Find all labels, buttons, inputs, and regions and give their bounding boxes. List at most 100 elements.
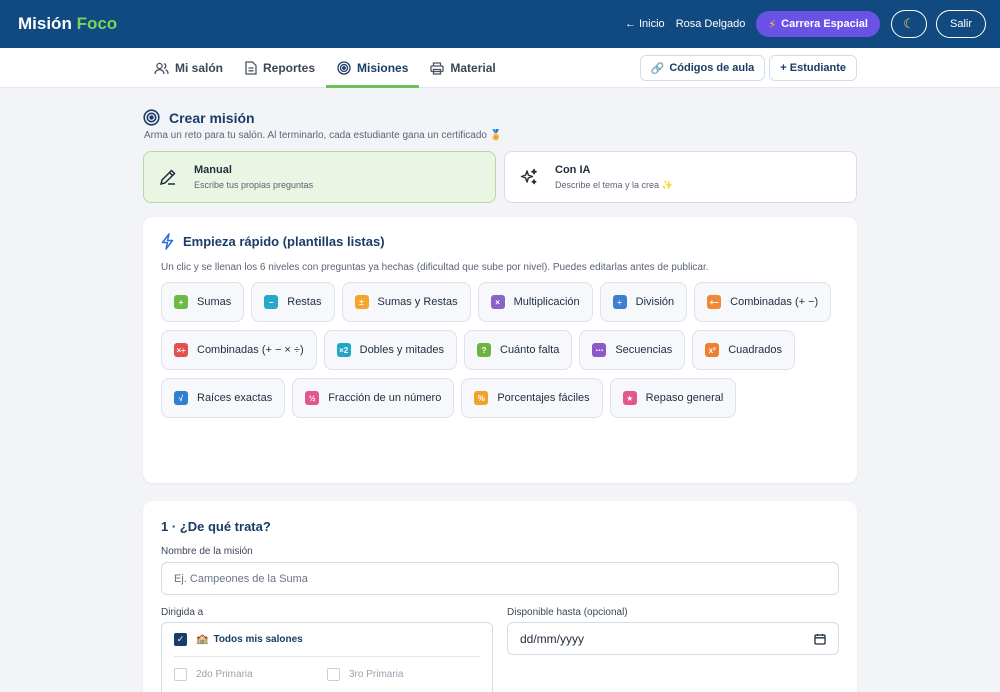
template-symbol-icon: +− — [707, 295, 722, 309]
mode-description: Describe el tema y la crea ✨ — [555, 179, 673, 190]
tab-material[interactable]: Material — [419, 48, 506, 88]
printer-icon — [430, 61, 445, 75]
template-button[interactable]: ? Cuánto falta — [464, 330, 573, 370]
template-label: Sumas — [197, 296, 232, 308]
calendar-icon[interactable] — [814, 633, 826, 645]
mode-title: Manual — [194, 164, 232, 176]
class-codes-label: Códigos de aula — [669, 62, 755, 74]
mode-ai[interactable]: Con IA Describe el tema y la crea ✨ — [504, 151, 857, 203]
template-button[interactable]: % Porcentajes fáciles — [461, 378, 603, 418]
bolt-icon: ⚡ — [768, 18, 777, 31]
template-symbol-icon: ± — [354, 295, 369, 309]
template-label: Multiplicación — [513, 296, 580, 308]
date-column: Disponible hasta (opcional) dd/mm/yyyy — [507, 607, 839, 692]
add-student-label: + Estudiante — [780, 62, 846, 74]
template-button[interactable]: + Sumas — [161, 282, 245, 322]
template-button[interactable]: ×÷ Combinadas (+ − × ÷) — [161, 330, 317, 370]
template-button[interactable]: ÷ División — [599, 282, 688, 322]
template-button[interactable]: ½ Fracción de un número — [292, 378, 455, 418]
all-salons-option[interactable]: ✓ 🏫 Todos mis salones — [174, 623, 480, 657]
template-button[interactable]: ★ Repaso general — [609, 378, 737, 418]
template-symbol-icon: ×÷ — [174, 343, 188, 357]
salon-label: 2do Primaria — [196, 668, 253, 680]
template-symbol-icon: √ — [174, 391, 188, 405]
template-label: Sumas y Restas — [377, 296, 458, 308]
template-symbol-icon: ★ — [622, 391, 637, 405]
mode-manual[interactable]: Manual Escribe tus propias preguntas — [143, 151, 496, 203]
target-column: Dirigida a ✓ 🏫 Todos mis salones 2do Pri… — [161, 607, 493, 692]
template-label: Restas — [287, 296, 322, 308]
brand-accent: Foco — [76, 14, 118, 33]
template-button[interactable]: − Restas — [251, 282, 335, 322]
template-button[interactable]: x² Cuadrados — [692, 330, 796, 370]
target-icon — [337, 61, 351, 75]
target-icon — [143, 109, 160, 126]
template-label: Cuadrados — [728, 344, 783, 356]
quick-start-heading: Empieza rápido (plantillas listas) — [161, 233, 839, 250]
salon-options: 2do Primaria 3ro Primaria — [174, 657, 480, 691]
user-name: Rosa Delgado — [675, 18, 746, 30]
add-student-button[interactable]: + Estudiante — [769, 55, 857, 81]
all-salons-label: Todos mis salones — [213, 634, 303, 645]
quick-start-title: Empieza rápido (plantillas listas) — [183, 234, 385, 249]
salon-option[interactable]: 3ro Primaria — [327, 667, 480, 681]
template-symbol-icon: x² — [705, 343, 720, 357]
salon-checkbox[interactable] — [327, 667, 340, 681]
template-label: Secuencias — [615, 344, 673, 356]
template-symbol-icon: − — [264, 295, 279, 309]
dark-mode-toggle[interactable]: ☾ — [890, 10, 927, 38]
create-mission-title: Crear misión — [169, 109, 255, 126]
create-mission-subtitle: Arma un reto para tu salón. Al terminarl… — [144, 130, 503, 141]
template-button[interactable]: ⋯ Secuencias — [579, 330, 686, 370]
template-symbol-icon: ⋯ — [592, 343, 607, 357]
race-button[interactable]: ⚡ Carrera Espacial — [756, 11, 880, 37]
template-button[interactable]: ± Sumas y Restas — [341, 282, 471, 322]
template-label: Repaso general — [645, 392, 724, 404]
date-label: Disponible hasta (opcional) — [507, 607, 628, 618]
create-mission-heading: Crear misión — [143, 109, 857, 126]
template-label: División — [635, 296, 675, 308]
date-input[interactable]: dd/mm/yyyy — [507, 622, 839, 655]
salon-label: 3ro Primaria — [349, 668, 404, 680]
tab-mi-salon[interactable]: Mi salón — [143, 48, 234, 88]
mode-description: Escribe tus propias preguntas — [194, 180, 314, 190]
mission-name-input[interactable]: Ej. Campeones de la Suma — [161, 562, 839, 595]
brand-logo[interactable]: Misión Foco — [18, 14, 117, 34]
users-icon — [154, 62, 169, 74]
salon-option[interactable]: 2do Primaria — [174, 667, 327, 681]
mission-form-card: 1 · ¿De qué trata? Nombre de la misión E… — [143, 501, 857, 692]
salon-checkbox[interactable] — [174, 667, 187, 681]
link-icon: 🔗 — [650, 62, 665, 75]
template-button[interactable]: ×2 Dobles y mitades — [323, 330, 457, 370]
template-label: Fracción de un número — [328, 392, 442, 404]
target-label: Dirigida a — [161, 607, 204, 618]
mode-title: Con IA — [555, 163, 591, 176]
template-label: Porcentajes fáciles — [497, 392, 590, 404]
template-button[interactable]: +− Combinadas (+ −) — [694, 282, 832, 322]
template-symbol-icon: × — [490, 295, 505, 309]
target-selector: ✓ 🏫 Todos mis salones 2do Primaria 3ro P… — [161, 622, 493, 692]
logout-button[interactable]: Salir — [935, 10, 986, 38]
template-list: + Sumas − Restas ± Sumas y Restas × Multiplicac… — [161, 282, 851, 426]
step-title: 1 · ¿De qué trata? — [161, 519, 271, 534]
mission-name-label: Nombre de la misión — [161, 546, 253, 557]
quick-start-subtitle: Un clic y se llenan los 6 niveles con pr… — [161, 262, 709, 273]
class-codes-button[interactable]: 🔗 Códigos de aula — [639, 55, 766, 81]
all-salons-checkbox[interactable]: ✓ — [174, 633, 187, 646]
tab-reportes[interactable]: Reportes — [234, 48, 326, 88]
quick-start-card: Empieza rápido (plantillas listas) Un cl… — [143, 217, 857, 483]
tab-misiones[interactable]: Misiones — [326, 48, 420, 88]
tab-label: Misiones — [357, 61, 409, 75]
brand-main: Misión — [18, 14, 72, 33]
template-button[interactable]: × Multiplicación — [477, 282, 593, 322]
document-icon — [245, 61, 257, 75]
home-link[interactable]: ← Inicio — [625, 18, 665, 30]
template-button[interactable]: √ Raíces exactas — [161, 378, 286, 418]
tab-label: Reportes — [263, 61, 316, 75]
sparkles-icon — [517, 168, 541, 186]
main-content: Crear misión Arma un reto para tu salón.… — [143, 88, 857, 692]
template-symbol-icon: + — [174, 295, 188, 309]
logout-label: Salir — [949, 18, 972, 30]
form-row: Dirigida a ✓ 🏫 Todos mis salones 2do Pri… — [161, 607, 839, 692]
template-label: Dobles y mitades — [359, 344, 444, 356]
